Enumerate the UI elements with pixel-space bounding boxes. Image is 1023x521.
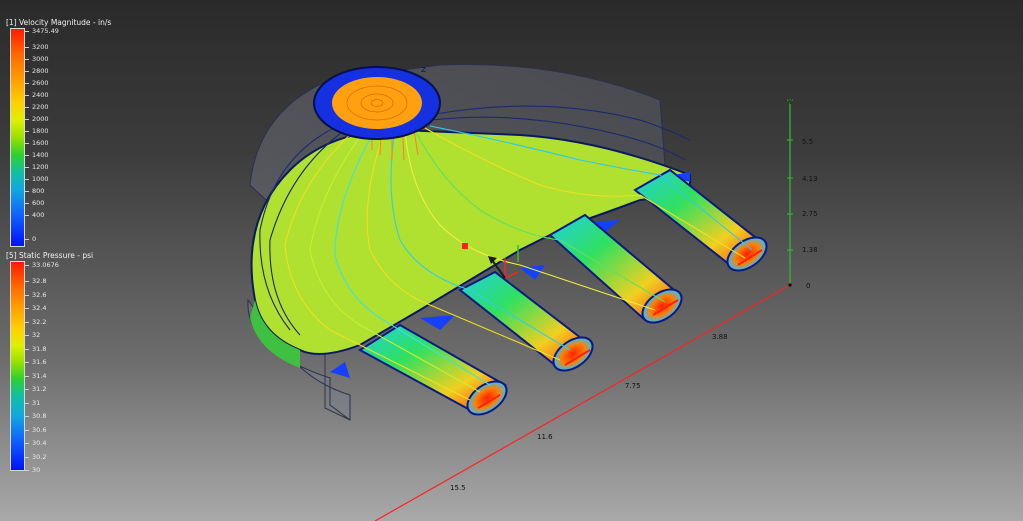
inlet-port (313, 66, 441, 140)
z-axis-letter: Z (421, 66, 426, 74)
y-axis-letter: Y (787, 98, 793, 106)
x-tick-label: 7.75 (625, 382, 641, 390)
x-tick-label: 11.6 (537, 433, 553, 441)
y-tick-label: 0 (806, 282, 810, 290)
y-tick-label: 1.38 (802, 246, 818, 254)
x-tick-label: 15.5 (450, 484, 466, 492)
cfd-viewport[interactable]: Y Z 5.5 4.13 2.75 1.38 0 3.88 7.75 11.6 … (0, 0, 1023, 521)
y-tick-label: 5.5 (802, 138, 813, 146)
y-tick-label: 2.75 (802, 210, 818, 218)
y-tick-label: 4.13 (802, 175, 818, 183)
x-tick-label: 3.88 (712, 333, 728, 341)
axis-origin (788, 283, 792, 287)
